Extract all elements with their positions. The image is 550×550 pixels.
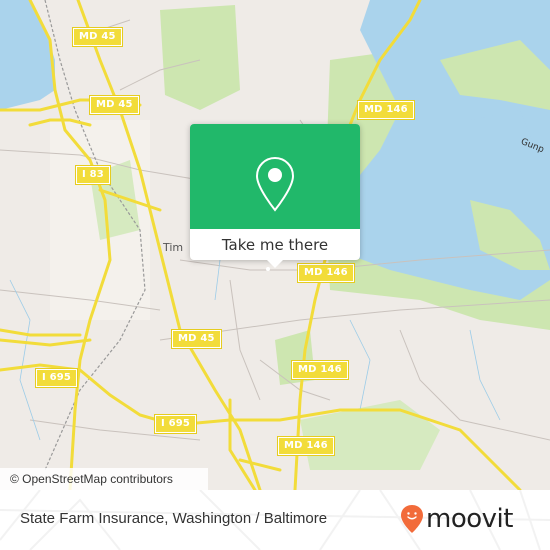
road-shield-i83: I 83 bbox=[75, 165, 111, 185]
road-shield-md45: MD 45 bbox=[171, 329, 222, 349]
moovit-pin-smile-icon bbox=[401, 505, 423, 533]
road-shield-md45: MD 45 bbox=[89, 95, 140, 115]
place-label-town: Tim bbox=[163, 241, 184, 254]
road-shield-md45: MD 45 bbox=[72, 27, 123, 47]
road-shield-md146: MD 146 bbox=[297, 263, 355, 283]
road-shield-i695: I 695 bbox=[153, 414, 198, 434]
place-title: State Farm Insurance, Washington / Balti… bbox=[20, 510, 328, 527]
road-shield-md146: MD 146 bbox=[277, 436, 335, 456]
map-pin-icon bbox=[255, 156, 295, 212]
road-shield-i695: I 695 bbox=[34, 368, 79, 388]
take-me-there-button[interactable]: Take me there bbox=[190, 229, 360, 260]
moovit-wordmark: moovit bbox=[426, 504, 513, 534]
popup-tail bbox=[267, 260, 283, 268]
road-shield-md146: MD 146 bbox=[291, 360, 349, 380]
park-area bbox=[160, 5, 240, 110]
popup-header bbox=[190, 124, 360, 229]
footer-bar: State Farm Insurance, Washington / Balti… bbox=[0, 490, 550, 550]
road-shield-md146: MD 146 bbox=[357, 100, 415, 120]
map-attribution[interactable]: © OpenStreetMap contributors bbox=[0, 468, 208, 490]
map-view[interactable]: MD 45 MD 45 I 83 MD 146 MD 146 MD 45 MD … bbox=[0, 0, 550, 490]
moovit-logo[interactable]: moovit bbox=[400, 504, 513, 534]
location-popup: Take me there bbox=[190, 124, 360, 268]
